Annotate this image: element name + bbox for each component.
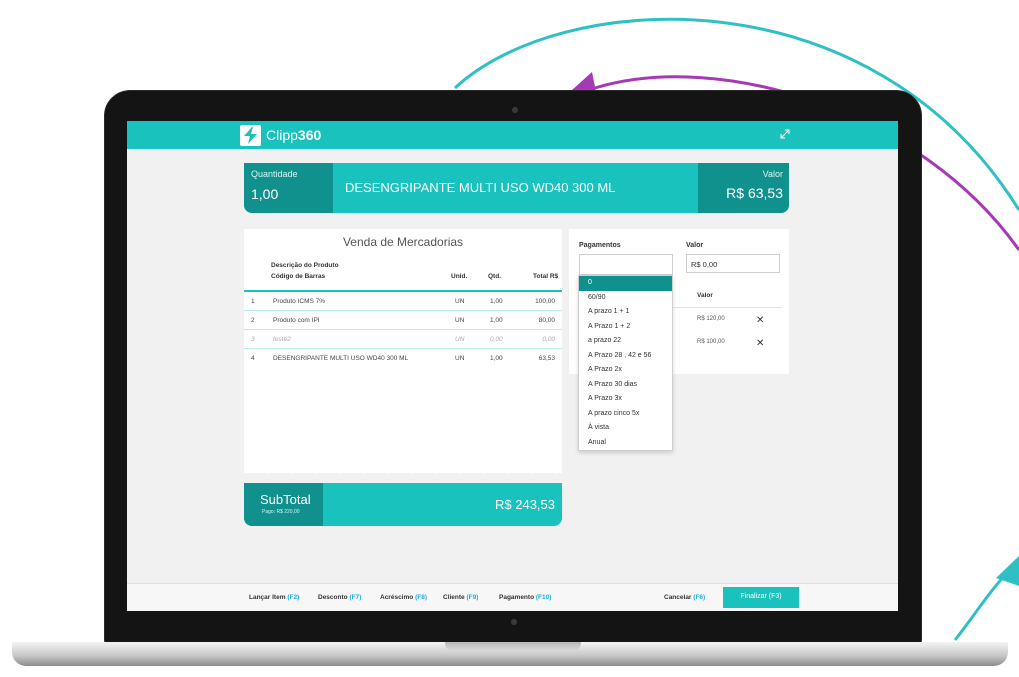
payment-method-dropdown[interactable]: 0 60/90 A prazo 1 + 1 A Prazo 1 + 2 a pr…: [578, 275, 673, 451]
payment-entry-amount: R$ 100,00: [697, 339, 725, 345]
payment-button[interactable]: Pagamento (F10): [499, 594, 551, 601]
value-amount: R$ 63,53: [726, 185, 783, 201]
dropdown-option[interactable]: 0: [579, 276, 672, 291]
app-screen: Clipp360 Quantidade 1,00 DESENGRIPANTE M…: [127, 121, 898, 611]
table-row[interactable]: 1 Produto ICMS 7% UN 1,00 100,00: [244, 292, 562, 311]
bezel-dot: [511, 619, 517, 625]
dropdown-option[interactable]: A Prazo 2x: [579, 363, 672, 378]
discount-button[interactable]: Desconto (F7): [318, 594, 361, 601]
subtotal-label: SubTotal: [260, 492, 311, 507]
receipt-title: Venda de Mercadorias: [342, 235, 464, 249]
dropdown-option[interactable]: A prazo 1 + 1: [579, 305, 672, 320]
clipp-logo-icon: [240, 125, 261, 146]
col-total: Total R$: [533, 273, 559, 280]
quantity-label: Quantidade: [251, 169, 298, 179]
dropdown-option[interactable]: A Prazo 3x: [579, 392, 672, 407]
receipt-torn-edge: [244, 466, 562, 474]
payment-entry-amount: R$ 120,00: [697, 316, 725, 322]
app-header: Clipp360: [127, 121, 898, 149]
dropdown-option[interactable]: A Prazo 1 + 2: [579, 320, 672, 335]
current-product-name: DESENGRIPANTE MULTI USO WD40 300 ML: [345, 180, 616, 195]
table-row-cancelled[interactable]: 3 teste2 UN 0,00 0,00: [244, 330, 562, 349]
dropdown-option[interactable]: Anual: [579, 436, 672, 451]
subtotal-panel: SubTotal Pago: R$ 220,00 R$ 243,53: [244, 483, 562, 526]
value-label: Valor: [762, 169, 783, 179]
sales-receipt: Venda de Mercadorias Descrição do Produt…: [244, 229, 562, 473]
dropdown-option[interactable]: A Prazo 28 , 42 e 56: [579, 349, 672, 364]
dropdown-option[interactable]: a prazo 22: [579, 334, 672, 349]
close-icon[interactable]: ✕: [756, 339, 764, 349]
surcharge-button[interactable]: Acréscimo (F8): [380, 594, 427, 601]
col-qty: Qtd.: [488, 273, 501, 280]
divider: [672, 307, 782, 308]
payment-value-input[interactable]: R$ 0,00: [686, 254, 780, 273]
table-row[interactable]: 4 DESENGRIPANTE MULTI USO WD40 300 ML UN…: [244, 349, 562, 368]
paid-amount: Pago: R$ 220,00: [262, 509, 300, 515]
payments-label: Pagamentos: [579, 242, 621, 249]
camera-icon: [512, 107, 518, 113]
launch-item-button[interactable]: Lançar Item (F2): [249, 594, 299, 601]
col-description: Descrição do Produto: [271, 262, 339, 269]
expand-icon[interactable]: [779, 128, 791, 140]
payment-value-label: Valor: [686, 242, 704, 249]
customer-button[interactable]: Cliente (F9): [443, 594, 478, 601]
app-logo-text: Clipp360: [266, 127, 322, 143]
dropdown-option[interactable]: À vista: [579, 421, 672, 436]
payments-value-column: Valor: [697, 292, 713, 299]
cancel-button[interactable]: Cancelar (F6): [664, 594, 705, 601]
product-banner: Quantidade 1,00 DESENGRIPANTE MULTI USO …: [244, 163, 789, 213]
col-barcode: Código de Barras: [271, 273, 326, 280]
col-unit: Unid.: [451, 273, 468, 280]
dropdown-option[interactable]: A Prazo 30 dias: [579, 378, 672, 393]
teal-lower-arc: [953, 568, 1012, 641]
dropdown-option[interactable]: A prazo cinco 5x: [579, 407, 672, 422]
action-footer: Lançar Item (F2) Desconto (F7) Acréscimo…: [127, 583, 898, 611]
dropdown-option[interactable]: 60/90: [579, 291, 672, 306]
finalize-button[interactable]: Finalizar (F3): [723, 587, 799, 608]
payment-method-select[interactable]: [579, 254, 673, 275]
subtotal-value: R$ 243,53: [495, 497, 555, 512]
purple-arrow-icon: [572, 72, 596, 92]
laptop-notch: [445, 642, 581, 651]
quantity-box: Quantidade 1,00: [244, 163, 333, 213]
value-box: Valor R$ 63,53: [698, 163, 789, 213]
table-row[interactable]: 2 Produto com IPI UN 1,00 80,00: [244, 311, 562, 330]
close-icon[interactable]: ✕: [756, 316, 764, 326]
quantity-value: 1,00: [251, 186, 279, 202]
